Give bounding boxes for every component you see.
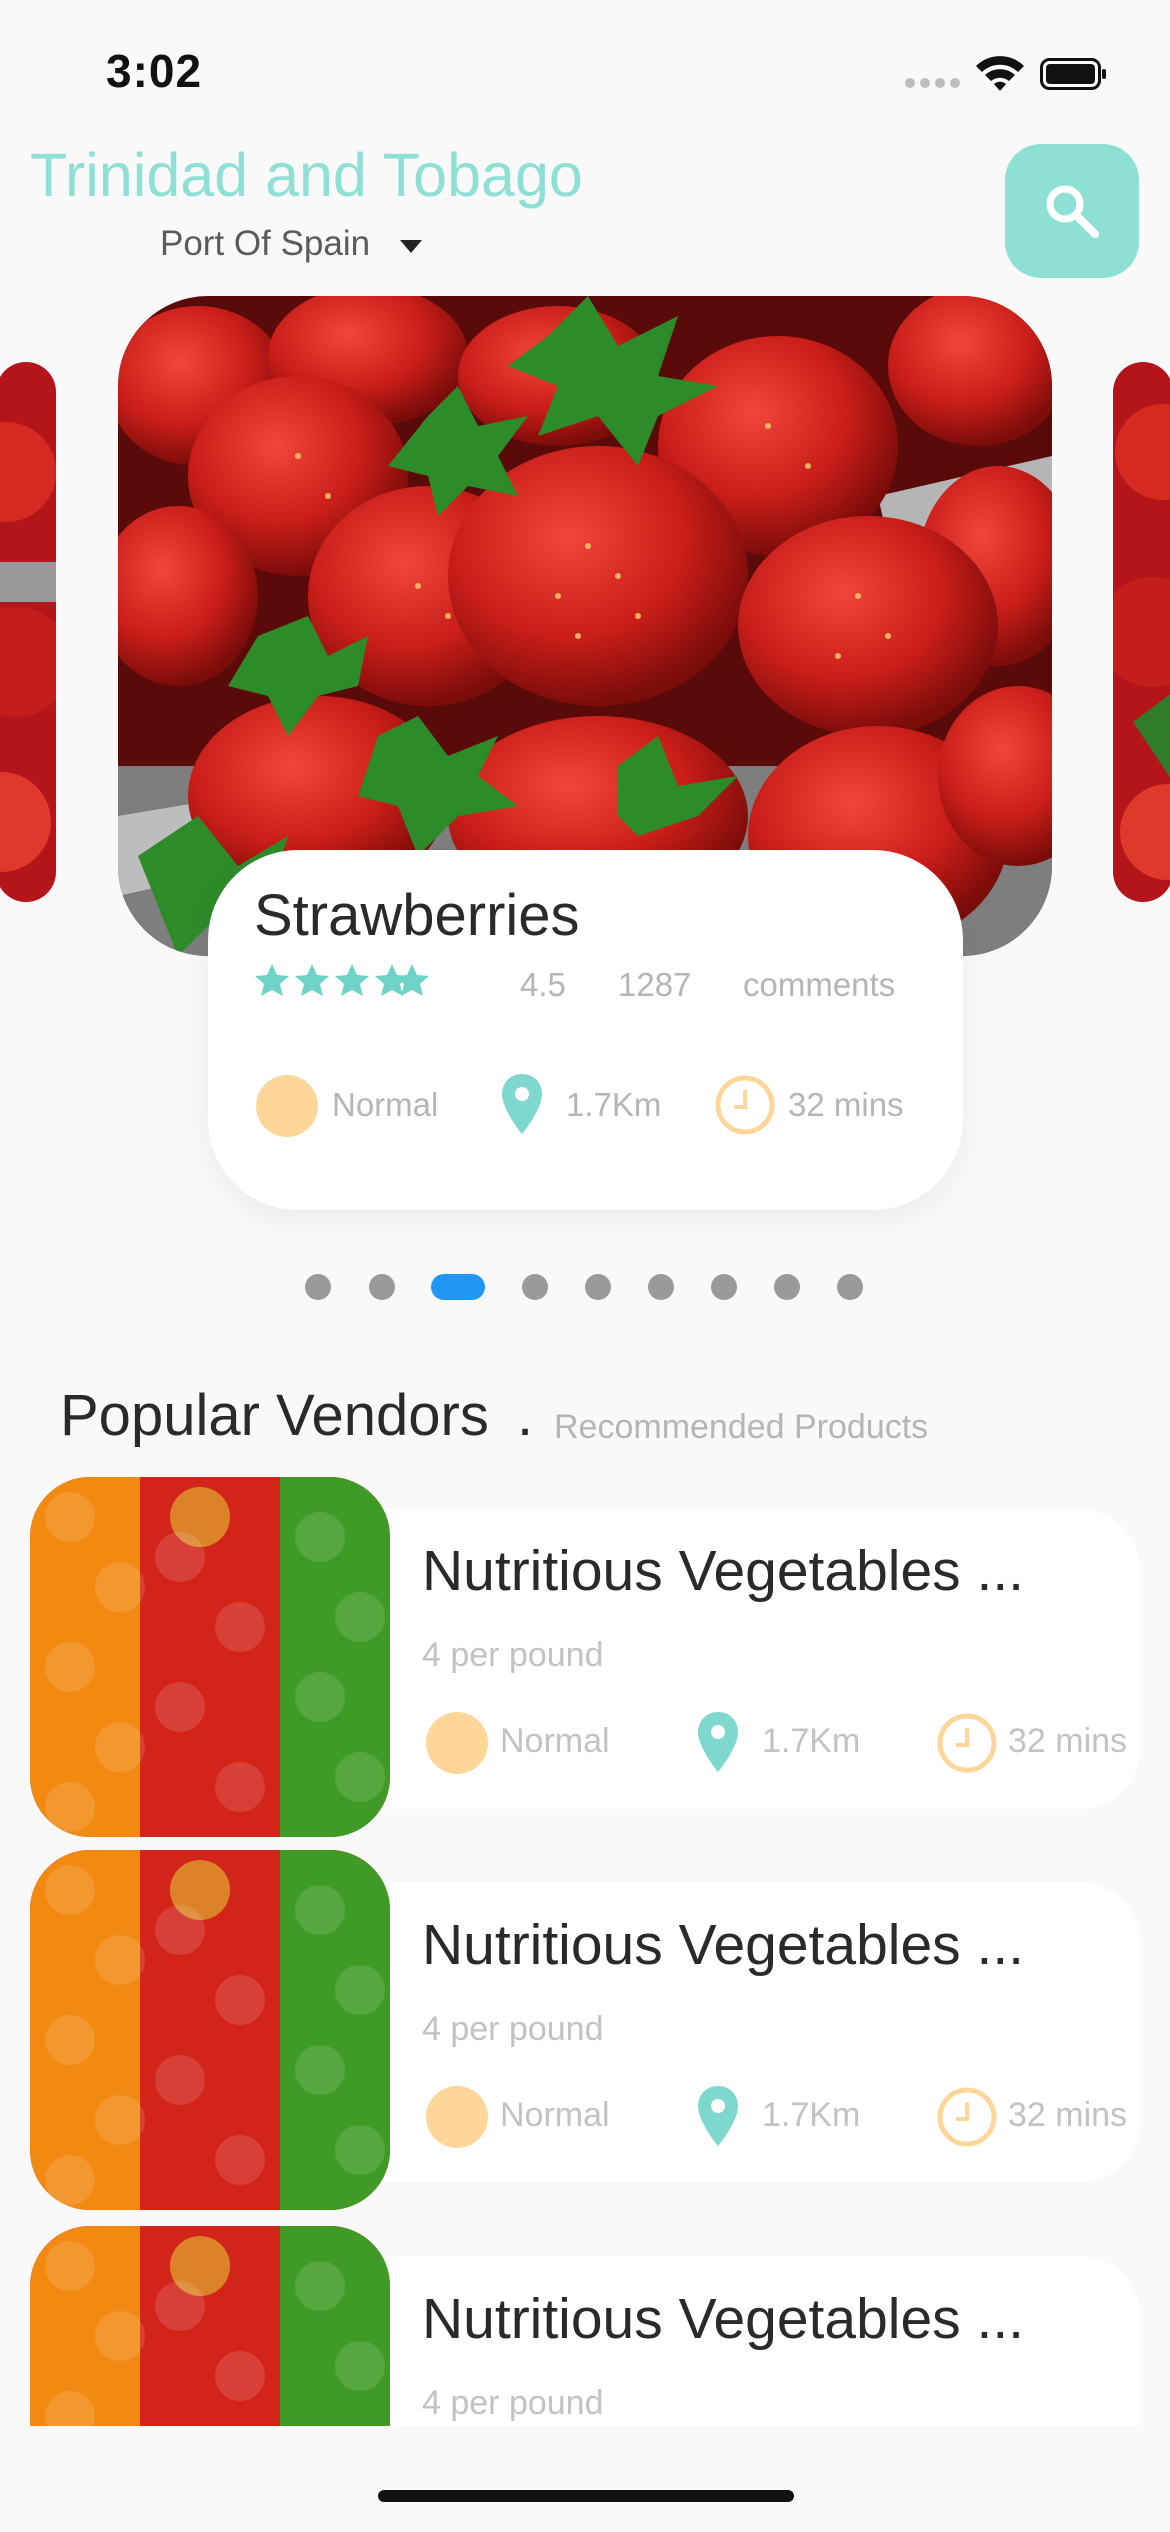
vendor-thumbnail[interactable] — [30, 2226, 390, 2426]
section-separator: . — [517, 1383, 534, 1448]
page-dot[interactable] — [648, 1274, 674, 1300]
vendor-list-clip: Nutritious Vegetables ... 4 per pound — [0, 2226, 1170, 2426]
star-icon — [295, 964, 329, 996]
vendor-name: Nutritious Vegetables ... — [422, 2287, 1025, 2351]
level-label: Normal — [332, 1086, 439, 1123]
status-time: 3:02 — [106, 45, 203, 97]
level-circle-icon — [426, 1712, 488, 1774]
distance-label: 1.7Km — [566, 1086, 662, 1123]
caret-down-icon[interactable] — [400, 240, 422, 254]
star-icon — [255, 964, 289, 996]
review-label: comments — [743, 966, 896, 1003]
battery-icon — [1040, 58, 1108, 90]
page-dot[interactable] — [305, 1274, 331, 1300]
level-label: Normal — [500, 1722, 610, 1760]
level-circle-icon — [256, 1075, 318, 1137]
rating-value: 4.5 — [520, 966, 566, 1003]
review-count: 1287 — [618, 966, 692, 1003]
carousel-next-card[interactable] — [1113, 362, 1170, 902]
vendor-thumbnail[interactable] — [30, 1850, 390, 2210]
star-icon — [335, 964, 369, 996]
carousel-prev-card[interactable] — [0, 362, 56, 902]
page-dot[interactable] — [369, 1274, 395, 1300]
time-label: 32 mins — [788, 1086, 904, 1123]
vendor-price: 4 per pound — [422, 2010, 604, 2048]
vendor-thumbnail[interactable] — [30, 1477, 390, 1837]
home-indicator[interactable] — [378, 2490, 794, 2502]
vendor-name: Nutritious Vegetables ... — [422, 1913, 1025, 1977]
location-pin-icon — [502, 1074, 542, 1134]
page-dot[interactable] — [837, 1274, 863, 1300]
search-icon — [1046, 185, 1099, 238]
country-title: Trinidad and Tobago — [30, 141, 583, 209]
distance-label: 1.7Km — [762, 1722, 861, 1760]
city-selector[interactable]: Port Of Spain — [160, 224, 370, 264]
distance-label: 1.7Km — [762, 2096, 861, 2134]
page-dot[interactable] — [585, 1274, 611, 1300]
vendor-price: 4 per pound — [422, 1636, 604, 1674]
page-dot-active[interactable] — [431, 1274, 485, 1300]
clock-icon — [937, 1713, 997, 1773]
page-dot[interactable] — [522, 1274, 548, 1300]
vendor-name: Nutritious Vegetables ... — [422, 1539, 1025, 1603]
signal-icon — [905, 78, 963, 92]
clock-icon — [715, 1075, 775, 1135]
featured-title: Strawberries — [254, 883, 580, 948]
location-pin-icon — [698, 1712, 738, 1772]
search-button[interactable] — [1005, 144, 1139, 278]
section-title: Popular Vendors — [60, 1383, 489, 1448]
wifi-icon — [974, 52, 1026, 94]
featured-info-card[interactable]: Strawberries 4.5 1287 comments Normal 1.… — [208, 850, 963, 1210]
star-rating — [255, 964, 429, 996]
level-circle-icon — [426, 2086, 488, 2148]
time-label: 32 mins — [1008, 1722, 1128, 1760]
vendor-price: 4 per pound — [422, 2384, 604, 2422]
time-label: 32 mins — [1008, 2096, 1128, 2134]
section-subtitle: Recommended Products — [554, 1408, 929, 1446]
bottom-safe-area — [0, 2426, 1170, 2532]
clock-icon — [937, 2087, 997, 2147]
page-dot[interactable] — [711, 1274, 737, 1300]
level-label: Normal — [500, 2096, 610, 2134]
page-dot[interactable] — [774, 1274, 800, 1300]
location-pin-icon — [698, 2086, 738, 2146]
